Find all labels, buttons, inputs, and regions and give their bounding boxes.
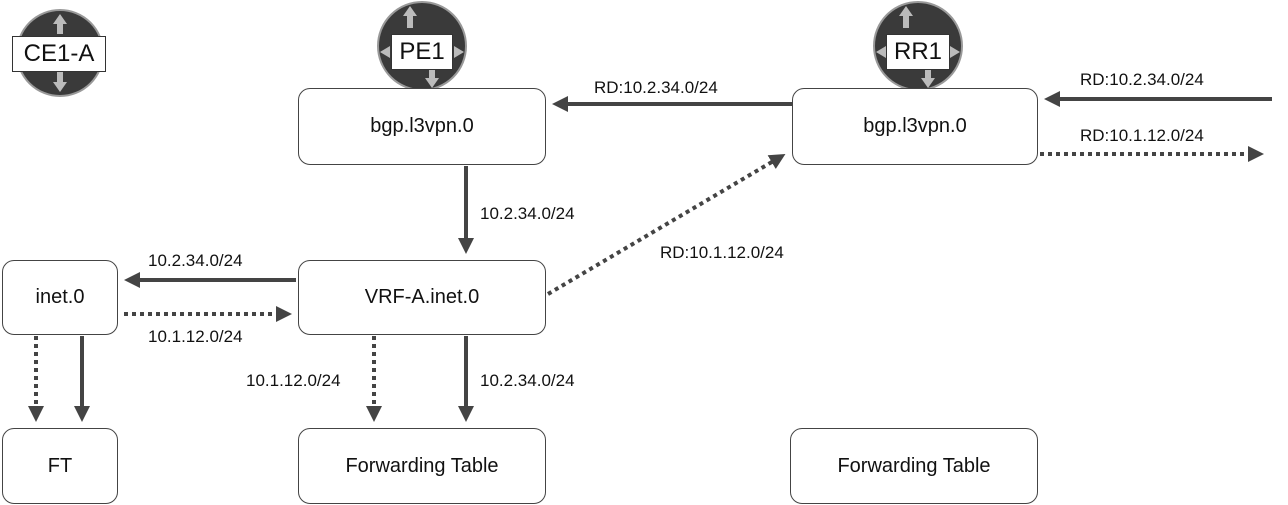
label-vrf-ft-dotted: 10.1.12.0/24 (246, 371, 341, 390)
rr-bgp-table: bgp.l3vpn.0 (792, 88, 1038, 165)
ce-ft: FT (2, 428, 118, 504)
router-label-pe1: PE1 (391, 34, 453, 70)
label-inet-to-vrf: 10.1.12.0/24 (148, 327, 243, 346)
label-rr-to-pe: RD:10.2.34.0/24 (594, 78, 718, 97)
ce-inet-table: inet.0 (2, 260, 118, 335)
label-rr-out: RD:10.1.12.0/24 (1080, 126, 1204, 145)
label-vrf-to-inet: 10.2.34.0/24 (148, 251, 243, 270)
router-label-rr1: RR1 (886, 34, 950, 70)
router-label-ce1a: CE1-A (12, 36, 106, 72)
arrow-vrf-to-rr (546, 153, 786, 296)
label-in-to-rr: RD:10.2.34.0/24 (1080, 70, 1204, 89)
pe-forwarding-table: Forwarding Table (298, 428, 546, 504)
label-vrf-to-rr: RD:10.1.12.0/24 (660, 243, 784, 262)
pe-vrf-table: VRF-A.inet.0 (298, 260, 546, 335)
rr-forwarding-table: Forwarding Table (790, 428, 1038, 504)
label-vrf-ft-solid: 10.2.34.0/24 (480, 371, 575, 390)
label-bgp-to-vrf: 10.2.34.0/24 (480, 204, 575, 223)
pe-bgp-table: bgp.l3vpn.0 (298, 88, 546, 165)
diagram: CE1-A PE1 RR1 bgp.l3vpn.0 bgp.l3vpn.0 in… (0, 0, 1288, 505)
